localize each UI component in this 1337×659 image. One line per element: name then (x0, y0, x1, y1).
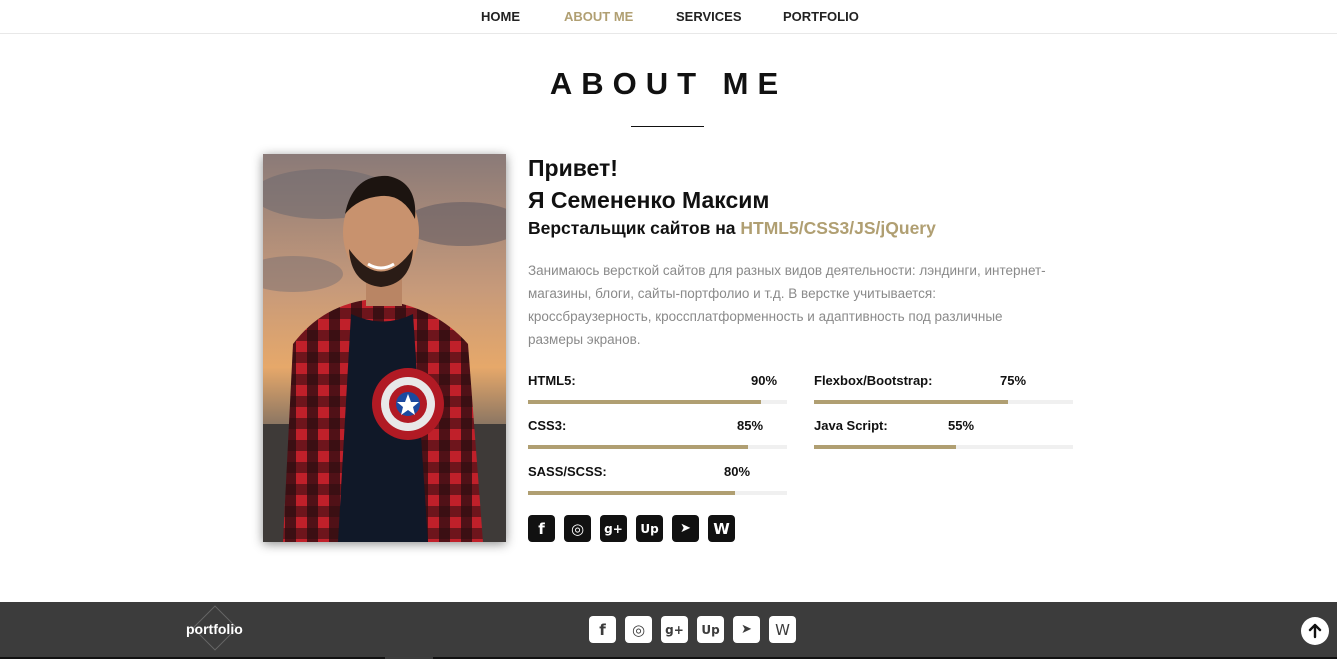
skill-progress-fill (814, 445, 957, 449)
facebook-icon[interactable]: f (589, 616, 616, 643)
nav-about-me[interactable]: ABOUT ME (564, 9, 633, 24)
skill-percent: 75% (1000, 373, 1027, 388)
skill-percent: 85% (737, 418, 764, 433)
social-links: f ◎ g+ Up ➤ W (528, 515, 735, 542)
scroll-to-top-button[interactable] (1301, 617, 1329, 645)
skill-name: Flexbox/Bootstrap: (814, 373, 933, 388)
skill-percent: 80% (724, 464, 751, 479)
skill-name: CSS3: (528, 418, 567, 433)
skill-html5: HTML5: 90% (528, 373, 787, 413)
role-prefix: Верстальщик сайтов на (528, 218, 741, 238)
skill-progress-track (528, 400, 787, 404)
skill-progress-track (528, 445, 787, 449)
skill-progress-fill (528, 400, 762, 404)
skill-progress-track (528, 491, 787, 495)
telegram-icon[interactable]: ➤ (672, 515, 699, 542)
footer-social-links: f ◎ g+ Up ➤ W (589, 616, 796, 643)
skill-progress-fill (528, 491, 736, 495)
skill-css3: CSS3: 85% (528, 418, 787, 458)
google-plus-icon[interactable]: g+ (661, 616, 688, 643)
profile-photo (263, 154, 506, 542)
nav-home[interactable]: HOME (481, 9, 520, 24)
nav-services[interactable]: SERVICES (676, 9, 742, 24)
skill-flexbox-bootstrap: Flexbox/Bootstrap: 75% (814, 373, 1073, 413)
role-technologies: HTML5/CSS3/JS/jQuery (740, 218, 936, 238)
footer-logo[interactable]: portfolio (186, 621, 243, 637)
skill-progress-track (814, 445, 1073, 449)
facebook-icon[interactable]: f (528, 515, 555, 542)
skill-progress-track (814, 400, 1073, 404)
telegram-icon[interactable]: ➤ (733, 616, 760, 643)
about-description: Занимаюсь версткой сайтов для разных вид… (528, 263, 1046, 347)
skill-name: Java Script: (814, 418, 888, 433)
skill-name: SASS/SCSS: (528, 464, 607, 479)
top-navigation: HOME ABOUT ME SERVICES PORTFOLIO (0, 0, 1337, 34)
skill-progress-fill (814, 400, 1009, 404)
instagram-icon[interactable]: ◎ (625, 616, 652, 643)
skill-percent: 90% (751, 373, 778, 388)
w-icon[interactable]: W (708, 515, 735, 542)
upwork-icon[interactable]: Up (697, 616, 724, 643)
greeting-line-1: Привет! (528, 155, 618, 181)
section-title: ABOUT ME (549, 66, 788, 101)
arrow-up-icon (1308, 623, 1322, 639)
google-plus-icon[interactable]: g+ (600, 515, 627, 542)
skill-sass: SASS/SCSS: 80% (528, 464, 787, 504)
skill-name: HTML5: (528, 373, 576, 388)
upwork-icon[interactable]: Up (636, 515, 663, 542)
role-line: Верстальщик сайтов на HTML5/CSS3/JS/jQue… (528, 218, 936, 239)
title-underline (631, 126, 704, 127)
skill-javascript: Java Script: 55% (814, 418, 1073, 458)
instagram-icon[interactable]: ◎ (564, 515, 591, 542)
footer: portfolio f ◎ g+ Up ➤ W (0, 602, 1337, 659)
nav-portfolio[interactable]: PORTFOLIO (783, 9, 859, 24)
greeting: Привет! Я Семененко Максим (528, 152, 769, 216)
w-icon[interactable]: W (769, 616, 796, 643)
skill-percent: 55% (948, 418, 975, 433)
greeting-line-2: Я Семененко Максим (528, 187, 770, 213)
skill-progress-fill (528, 445, 749, 449)
